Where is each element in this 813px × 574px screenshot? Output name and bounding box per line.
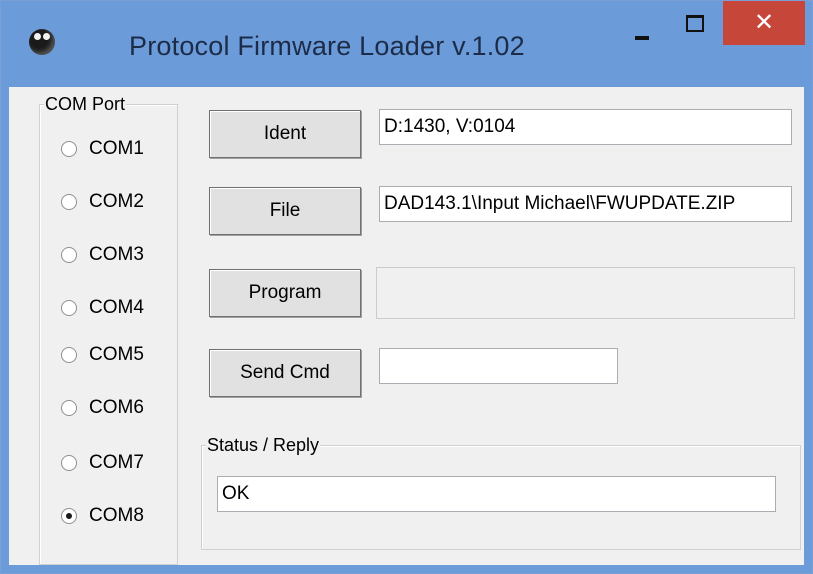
- com-port-group: COM Port: [39, 95, 178, 565]
- ident-result-field[interactable]: D:1430, V:0104: [379, 109, 792, 145]
- radio-label: COM4: [89, 297, 144, 318]
- program-button[interactable]: Program: [209, 269, 361, 317]
- radio-com5[interactable]: COM5: [61, 342, 144, 368]
- radio-label: COM1: [89, 138, 144, 159]
- file-path-text: DAD143.1\Input Michael\FWUPDATE.ZIP: [384, 193, 736, 214]
- status-reply-field[interactable]: OK: [217, 476, 776, 512]
- command-input[interactable]: [379, 348, 618, 384]
- radio-com6[interactable]: COM6: [61, 395, 144, 421]
- radio-label: COM8: [89, 505, 144, 526]
- radio-com1[interactable]: COM1: [61, 136, 144, 162]
- radio-com2[interactable]: COM2: [61, 189, 144, 215]
- radio-label: COM2: [89, 191, 144, 212]
- client-area: COM Port COM1 COM2 COM3 COM4 COM5 COM6 C…: [9, 87, 804, 565]
- close-button[interactable]: ✕: [723, 1, 805, 45]
- file-path-field[interactable]: DAD143.1\Input Michael\FWUPDATE.ZIP: [379, 186, 792, 222]
- radio-label: COM6: [89, 397, 144, 418]
- radio-com3[interactable]: COM3: [61, 242, 144, 268]
- radio-com8[interactable]: COM8: [61, 503, 144, 529]
- radio-button-icon[interactable]: [61, 347, 77, 363]
- radio-button-icon[interactable]: [61, 141, 77, 157]
- send-cmd-button[interactable]: Send Cmd: [209, 349, 361, 397]
- main-window: Protocol Firmware Loader v.1.02 ✕ COM Po…: [0, 0, 813, 574]
- radio-button-icon[interactable]: [61, 455, 77, 471]
- file-button[interactable]: File: [209, 187, 361, 235]
- radio-label: COM5: [89, 344, 144, 365]
- radio-com4[interactable]: COM4: [61, 295, 144, 321]
- radio-button-icon[interactable]: [61, 300, 77, 316]
- radio-label: COM7: [89, 452, 144, 473]
- app-icon[interactable]: [29, 29, 55, 55]
- radio-button-icon[interactable]: [61, 400, 77, 416]
- window-title: Protocol Firmware Loader v.1.02: [129, 31, 525, 61]
- radio-button-icon[interactable]: [61, 194, 77, 210]
- radio-com7[interactable]: COM7: [61, 450, 144, 476]
- radio-button-checked-icon[interactable]: [61, 508, 77, 524]
- program-progress-field: [376, 267, 795, 319]
- minimize-button[interactable]: [621, 9, 667, 45]
- radio-button-icon[interactable]: [61, 247, 77, 263]
- com-port-legend: COM Port: [44, 94, 127, 114]
- maximize-button[interactable]: [673, 9, 717, 45]
- status-reply-legend: Status / Reply: [206, 435, 321, 455]
- radio-label: COM3: [89, 244, 144, 265]
- close-icon: ✕: [753, 9, 775, 36]
- title-bar[interactable]: Protocol Firmware Loader v.1.02 ✕: [1, 1, 812, 87]
- ident-button[interactable]: Ident: [209, 110, 361, 158]
